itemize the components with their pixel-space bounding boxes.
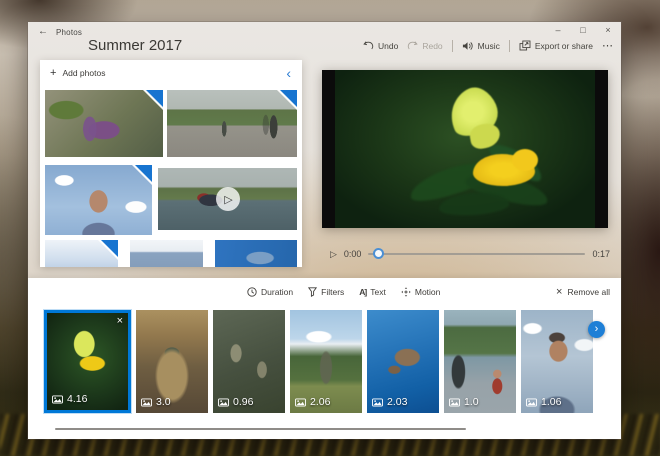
redo-icon <box>407 41 418 51</box>
filmstrip-item-temple[interactable]: 2.06 <box>290 310 362 413</box>
music-button[interactable]: Music <box>462 41 500 51</box>
collage-header: + Add photos ‹ <box>40 60 302 88</box>
edit-toolbar: Duration Filters A] Text Motion × Remo <box>247 283 610 301</box>
speaker-icon <box>462 41 474 51</box>
seek-slider-knob[interactable] <box>373 248 384 259</box>
selected-corner-icon <box>135 165 152 182</box>
photo-icon <box>526 398 537 407</box>
minimize-button[interactable]: – <box>553 25 563 35</box>
clip-duration-badge: 1.06 <box>526 396 561 408</box>
photo-icon <box>295 398 306 407</box>
clip-duration-badge: 4.16 <box>52 393 87 405</box>
storyboard-section: Duration Filters A] Text Motion × Remo <box>28 278 621 439</box>
selected-corner-icon <box>280 90 297 107</box>
more-options-icon[interactable]: ⋯ <box>602 39 614 52</box>
selected-corner-icon <box>101 240 118 257</box>
chevron-right-icon: › <box>595 324 599 335</box>
window-controls: – □ × <box>553 25 613 35</box>
toolbar-divider <box>452 40 453 52</box>
duration-label: Duration <box>261 287 293 297</box>
export-share-button[interactable]: Export or share <box>519 40 593 51</box>
text-label: Text <box>370 287 386 297</box>
remove-all-label: Remove all <box>567 287 610 297</box>
photo-icon <box>449 398 460 407</box>
remove-all-button[interactable]: × Remove all <box>556 287 610 297</box>
filmstrip: × 4.16 3.0 0.96 <box>44 310 593 413</box>
filmstrip-item-turtle[interactable]: 2.03 <box>367 310 439 413</box>
clip-duration-badge: 1.0 <box>449 396 479 408</box>
redo-button[interactable]: Redo <box>407 41 442 51</box>
collage-photo-beach-family[interactable] <box>167 90 297 157</box>
undo-button[interactable]: Undo <box>363 41 398 51</box>
photo-icon <box>218 398 229 407</box>
filmstrip-item-boy[interactable]: 1.06 <box>521 310 593 413</box>
play-overlay-icon[interactable]: ▷ <box>216 187 240 211</box>
text-button[interactable]: A] Text <box>359 287 386 297</box>
export-share-icon <box>519 40 531 51</box>
undo-icon <box>363 41 374 51</box>
filmstrip-next-button[interactable]: › <box>588 321 605 338</box>
maximize-button[interactable]: □ <box>578 25 588 35</box>
seek-slider[interactable] <box>368 248 585 260</box>
collage-photo-starfish[interactable] <box>45 90 163 157</box>
filmstrip-item-carvings[interactable]: 0.96 <box>213 310 285 413</box>
clip-duration-badge: 2.06 <box>295 396 330 408</box>
collage-photo-turtle[interactable] <box>215 240 297 267</box>
project-title[interactable]: Summer 2017 <box>88 37 182 54</box>
motion-icon <box>401 287 411 297</box>
filters-icon <box>308 287 317 297</box>
plus-icon: + <box>50 69 56 77</box>
photo-icon <box>141 398 152 407</box>
clip-duration-badge: 0.96 <box>218 396 253 408</box>
remove-all-icon: × <box>556 287 562 297</box>
filmstrip-item-cart[interactable]: 3.0 <box>136 310 208 413</box>
add-photos-label: Add photos <box>62 68 105 78</box>
toolbar-divider <box>509 40 510 52</box>
collage-photo-waves[interactable] <box>130 240 203 267</box>
play-button[interactable]: ▷ <box>330 249 337 260</box>
add-photos-button[interactable]: + Add photos <box>50 68 105 78</box>
undo-label: Undo <box>378 41 398 51</box>
clip-duration-badge: 2.03 <box>372 396 407 408</box>
collage-video-ferry[interactable]: ▷ <box>158 168 297 230</box>
text-icon: A] <box>359 287 366 297</box>
motion-label: Motion <box>415 287 441 297</box>
desktop-background: { "window": { "app_name": "Photos", "tit… <box>0 0 660 456</box>
collage-photo-boy-sky[interactable] <box>45 165 152 235</box>
editor-top-section: ← Photos – □ × Summer 2017 Undo Redo <box>28 22 621 278</box>
filmstrip-item-ferry-family[interactable]: 1.0 <box>444 310 516 413</box>
photo-icon <box>52 395 63 404</box>
filmstrip-scrollbar[interactable] <box>55 428 466 430</box>
duration-button[interactable]: Duration <box>247 287 293 297</box>
photo-icon <box>372 398 383 407</box>
filters-label: Filters <box>321 287 344 297</box>
filters-button[interactable]: Filters <box>308 287 344 297</box>
top-toolbar: Undo Redo Music Export or share <box>363 39 614 52</box>
selected-corner-icon <box>146 90 163 107</box>
redo-label: Redo <box>422 41 442 51</box>
back-icon[interactable]: ← <box>38 26 48 37</box>
playback-controls: ▷ 0:00 0:17 <box>330 246 610 262</box>
video-preview[interactable] <box>322 70 608 228</box>
motion-button[interactable]: Motion <box>401 287 441 297</box>
collapse-panel-chevron-icon[interactable]: ‹ <box>286 66 291 80</box>
collage-photo-clouds[interactable] <box>45 240 118 267</box>
photos-app-window: ← Photos – □ × Summer 2017 Undo Redo <box>28 22 621 439</box>
clip-duration-badge: 3.0 <box>141 396 171 408</box>
export-share-label: Export or share <box>535 41 593 51</box>
video-preview-image <box>335 70 595 228</box>
app-name: Photos <box>56 28 82 37</box>
current-time: 0:00 <box>344 249 362 259</box>
clock-icon <box>247 287 257 297</box>
filmstrip-item-butterfly[interactable]: × 4.16 <box>44 310 131 413</box>
music-label: Music <box>478 41 500 51</box>
total-time: 0:17 <box>592 249 610 259</box>
remove-clip-icon[interactable]: × <box>117 315 123 327</box>
close-button[interactable]: × <box>603 25 613 35</box>
photo-collage-panel: + Add photos ‹ ▷ <box>40 60 302 267</box>
